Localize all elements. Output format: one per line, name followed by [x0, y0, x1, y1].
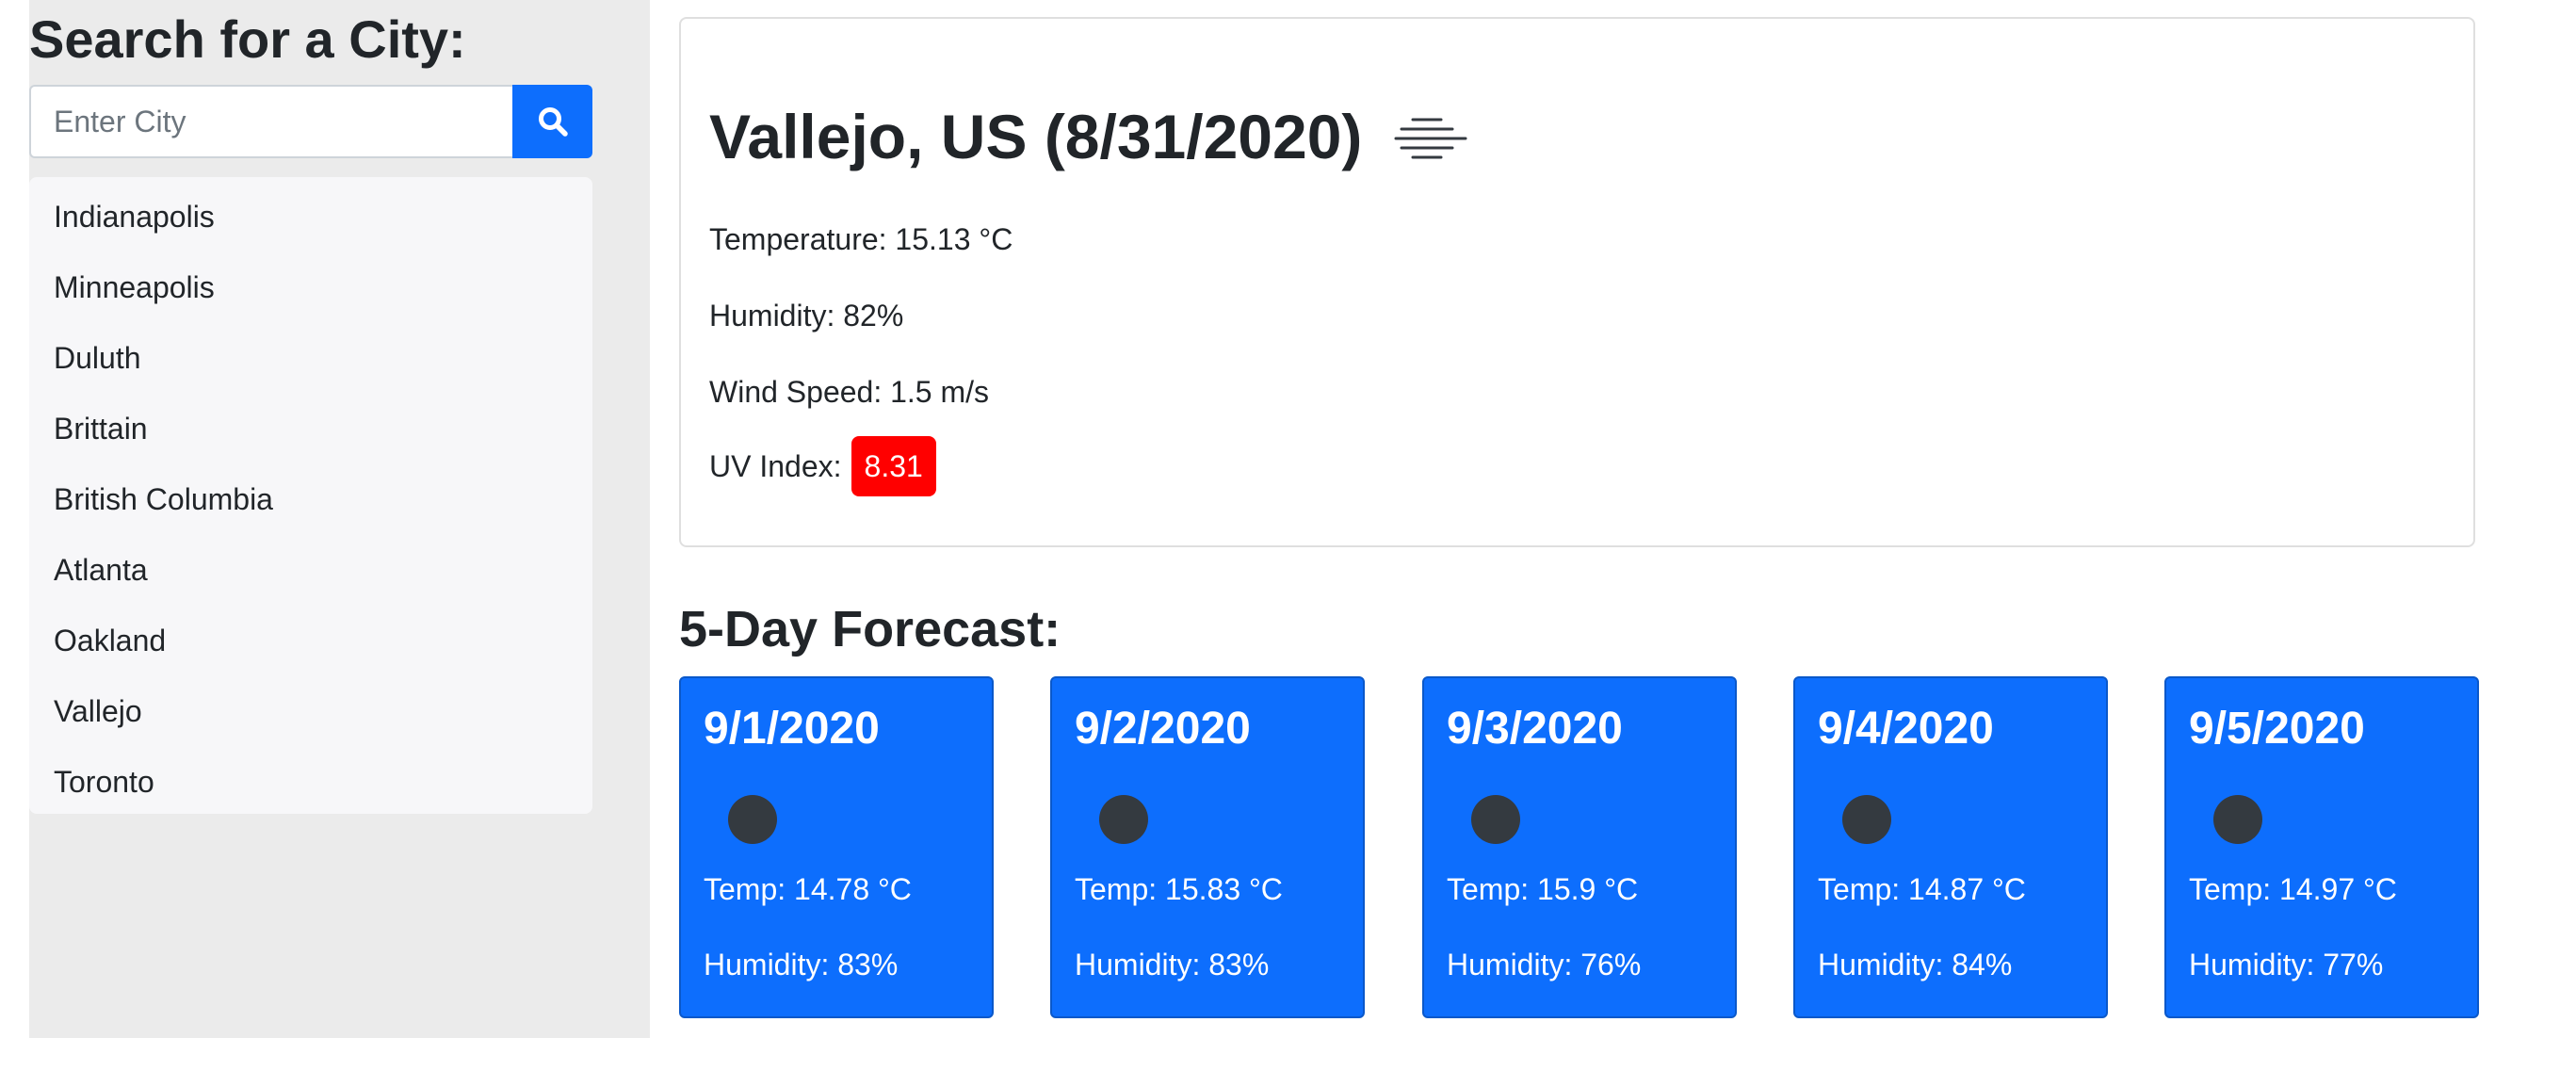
search-form	[29, 85, 592, 158]
forecast-temp: Temp: 14.87 °C	[1818, 872, 2026, 906]
weather-icon	[1099, 795, 1148, 844]
forecast-humidity: Humidity: 76%	[1447, 948, 1642, 982]
forecast-heading: 5-Day Forecast:	[679, 601, 1061, 657]
forecast-temp: Temp: 14.78 °C	[704, 872, 912, 906]
history-item-vallejo[interactable]: Vallejo	[29, 676, 592, 747]
weather-icon	[1471, 795, 1520, 844]
history-item-indianapolis[interactable]: Indianapolis	[29, 182, 592, 252]
city-date-title: Vallejo, US (8/31/2020)	[709, 102, 1363, 171]
forecast-date: 9/2/2020	[1075, 704, 1251, 754]
city-search-input[interactable]	[29, 85, 512, 158]
forecast-date: 9/5/2020	[2189, 704, 2365, 754]
forecast-card: 9/4/2020 Temp: 14.87 °C Humidity: 84%	[1793, 676, 2108, 1018]
history-item-toronto[interactable]: Toronto	[29, 747, 592, 818]
forecast-card: 9/2/2020 Temp: 15.83 °C Humidity: 83%	[1050, 676, 1365, 1018]
forecast-temp: Temp: 14.97 °C	[2189, 872, 2397, 906]
current-wind-speed: Wind Speed: 1.5 m/s	[709, 375, 990, 409]
current-temperature: Temperature: 15.13 °C	[709, 222, 1013, 256]
history-item-duluth[interactable]: Duluth	[29, 323, 592, 394]
history-item-atlanta[interactable]: Atlanta	[29, 535, 592, 606]
search-button[interactable]	[512, 85, 592, 158]
forecast-card: 9/3/2020 Temp: 15.9 °C Humidity: 76%	[1422, 676, 1737, 1018]
current-uv-row: UV Index: 8.31	[709, 436, 936, 496]
weather-icon	[728, 795, 777, 844]
fog-icon	[1394, 118, 1467, 159]
forecast-card: 9/1/2020 Temp: 14.78 °C Humidity: 83%	[679, 676, 994, 1018]
search-history-list: Indianapolis Minneapolis Duluth Brittain…	[29, 177, 592, 814]
forecast-humidity: Humidity: 83%	[1075, 948, 1270, 982]
uv-label: UV Index:	[709, 449, 842, 483]
forecast-date: 9/3/2020	[1447, 704, 1623, 754]
history-item-oakland[interactable]: Oakland	[29, 606, 592, 676]
forecast-card: 9/5/2020 Temp: 14.97 °C Humidity: 77%	[2164, 676, 2479, 1018]
forecast-temp: Temp: 15.83 °C	[1075, 872, 1283, 906]
weather-icon	[2213, 795, 2262, 844]
weather-icon	[1842, 795, 1891, 844]
forecast-date: 9/4/2020	[1818, 704, 1994, 754]
uv-index-badge: 8.31	[851, 436, 936, 496]
current-city-heading: Vallejo, US (8/31/2020)	[709, 94, 1471, 179]
history-item-brittain[interactable]: Brittain	[29, 394, 592, 464]
current-humidity: Humidity: 82%	[709, 299, 904, 333]
history-item-british-columbia[interactable]: British Columbia	[29, 464, 592, 535]
forecast-humidity: Humidity: 84%	[1818, 948, 2013, 982]
search-icon	[538, 107, 568, 137]
current-weather-card: Vallejo, US (8/31/2020) Temperature: 15.…	[679, 17, 2475, 547]
history-item-minneapolis[interactable]: Minneapolis	[29, 252, 592, 323]
forecast-humidity: Humidity: 83%	[704, 948, 899, 982]
forecast-date: 9/1/2020	[704, 704, 880, 754]
forecast-humidity: Humidity: 77%	[2189, 948, 2384, 982]
search-heading: Search for a City:	[29, 9, 466, 69]
forecast-temp: Temp: 15.9 °C	[1447, 872, 1639, 906]
